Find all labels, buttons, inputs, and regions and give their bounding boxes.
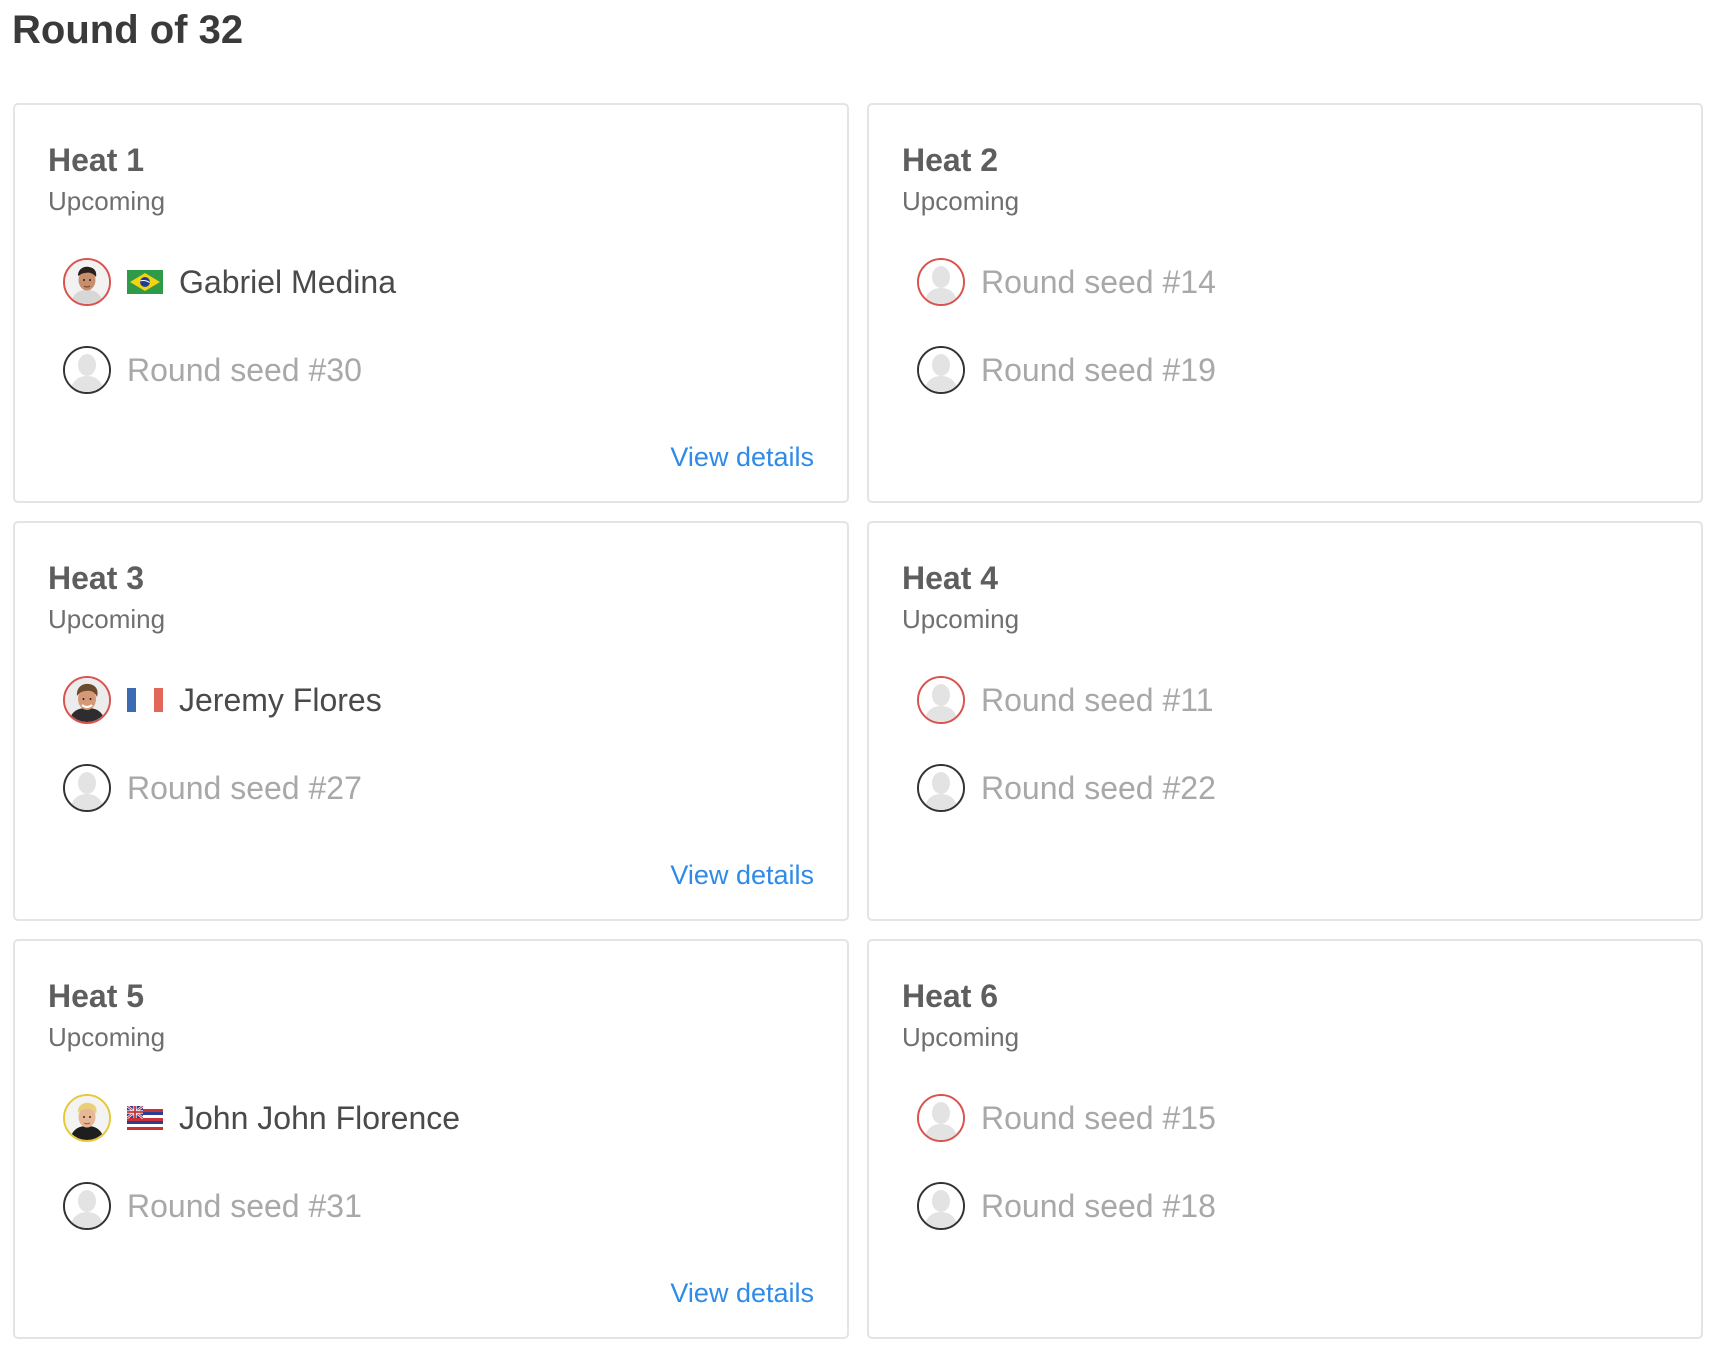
placeholder-avatar-icon (63, 1182, 111, 1230)
seed-label: Round seed #18 (981, 1187, 1216, 1224)
athlete-row: Round seed #11 (917, 675, 1213, 725)
heat-status: Upcoming (48, 186, 166, 216)
france-flag-icon (127, 688, 163, 712)
heats-grid: Heat 1 Upcoming Gabriel Medina Round see… (13, 103, 1703, 1339)
heat-title: Heat 1 (48, 142, 145, 178)
page-title: Round of 32 (12, 8, 244, 52)
heat-card: Heat 6 Upcoming Round seed #15 Round see… (867, 939, 1703, 1339)
seed-label: Round seed #30 (127, 351, 362, 388)
surfer-avatar-icon (63, 676, 111, 724)
view-details-link[interactable]: View details (670, 441, 814, 473)
heat-title: Heat 3 (48, 560, 145, 596)
heat-card: Heat 3 Upcoming Jeremy Flores Round seed… (13, 521, 849, 921)
heat-status: Upcoming (48, 1022, 166, 1052)
athlete-row: Jeremy Flores (63, 675, 382, 725)
seed-label: Round seed #19 (981, 351, 1216, 388)
athlete-name: Gabriel Medina (179, 263, 396, 300)
seed-label: Round seed #11 (981, 681, 1214, 718)
hawaii-flag-icon (127, 1106, 163, 1130)
athlete-row: Round seed #22 (917, 763, 1216, 813)
heat-status: Upcoming (902, 1022, 1020, 1052)
heat-status: Upcoming (48, 604, 166, 634)
athlete-name: Jeremy Flores (179, 681, 382, 718)
heat-card: Heat 4 Upcoming Round seed #11 Round see… (867, 521, 1703, 921)
surfer-avatar-icon (63, 258, 111, 306)
placeholder-avatar-icon (917, 1094, 965, 1142)
heat-title: Heat 2 (902, 142, 999, 178)
seed-label: Round seed #15 (981, 1099, 1216, 1136)
heat-card: Heat 1 Upcoming Gabriel Medina Round see… (13, 103, 849, 503)
heat-status: Upcoming (902, 186, 1020, 216)
heat-title: Heat 6 (902, 978, 999, 1014)
placeholder-avatar-icon (917, 676, 965, 724)
heat-card: Heat 2 Upcoming Round seed #14 Round see… (867, 103, 1703, 503)
heat-title: Heat 5 (48, 978, 145, 1014)
athlete-row: Round seed #14 (917, 257, 1216, 307)
athlete-row: John John Florence (63, 1093, 460, 1143)
athlete-row: Round seed #18 (917, 1181, 1216, 1231)
heat-title: Heat 4 (902, 560, 999, 596)
seed-label: Round seed #31 (127, 1187, 362, 1224)
athlete-row: Gabriel Medina (63, 257, 396, 307)
athlete-row: Round seed #15 (917, 1093, 1216, 1143)
view-details-link[interactable]: View details (670, 1277, 814, 1309)
placeholder-avatar-icon (917, 258, 965, 306)
athlete-row: Round seed #19 (917, 345, 1216, 395)
athlete-row: Round seed #31 (63, 1181, 362, 1231)
view-details-link[interactable]: View details (670, 859, 814, 891)
placeholder-avatar-icon (63, 764, 111, 812)
seed-label: Round seed #14 (981, 263, 1216, 300)
seed-label: Round seed #22 (981, 769, 1216, 806)
athlete-row: Round seed #27 (63, 763, 362, 813)
placeholder-avatar-icon (917, 764, 965, 812)
surfer-avatar-icon (63, 1094, 111, 1142)
seed-label: Round seed #27 (127, 769, 362, 806)
placeholder-avatar-icon (917, 346, 965, 394)
placeholder-avatar-icon (63, 346, 111, 394)
heat-status: Upcoming (902, 604, 1020, 634)
brazil-flag-icon (127, 270, 163, 294)
athlete-name: John John Florence (179, 1099, 461, 1136)
placeholder-avatar-icon (917, 1182, 965, 1230)
heat-card: Heat 5 Upcoming John John Florence Round… (13, 939, 849, 1339)
athlete-row: Round seed #30 (63, 345, 362, 395)
